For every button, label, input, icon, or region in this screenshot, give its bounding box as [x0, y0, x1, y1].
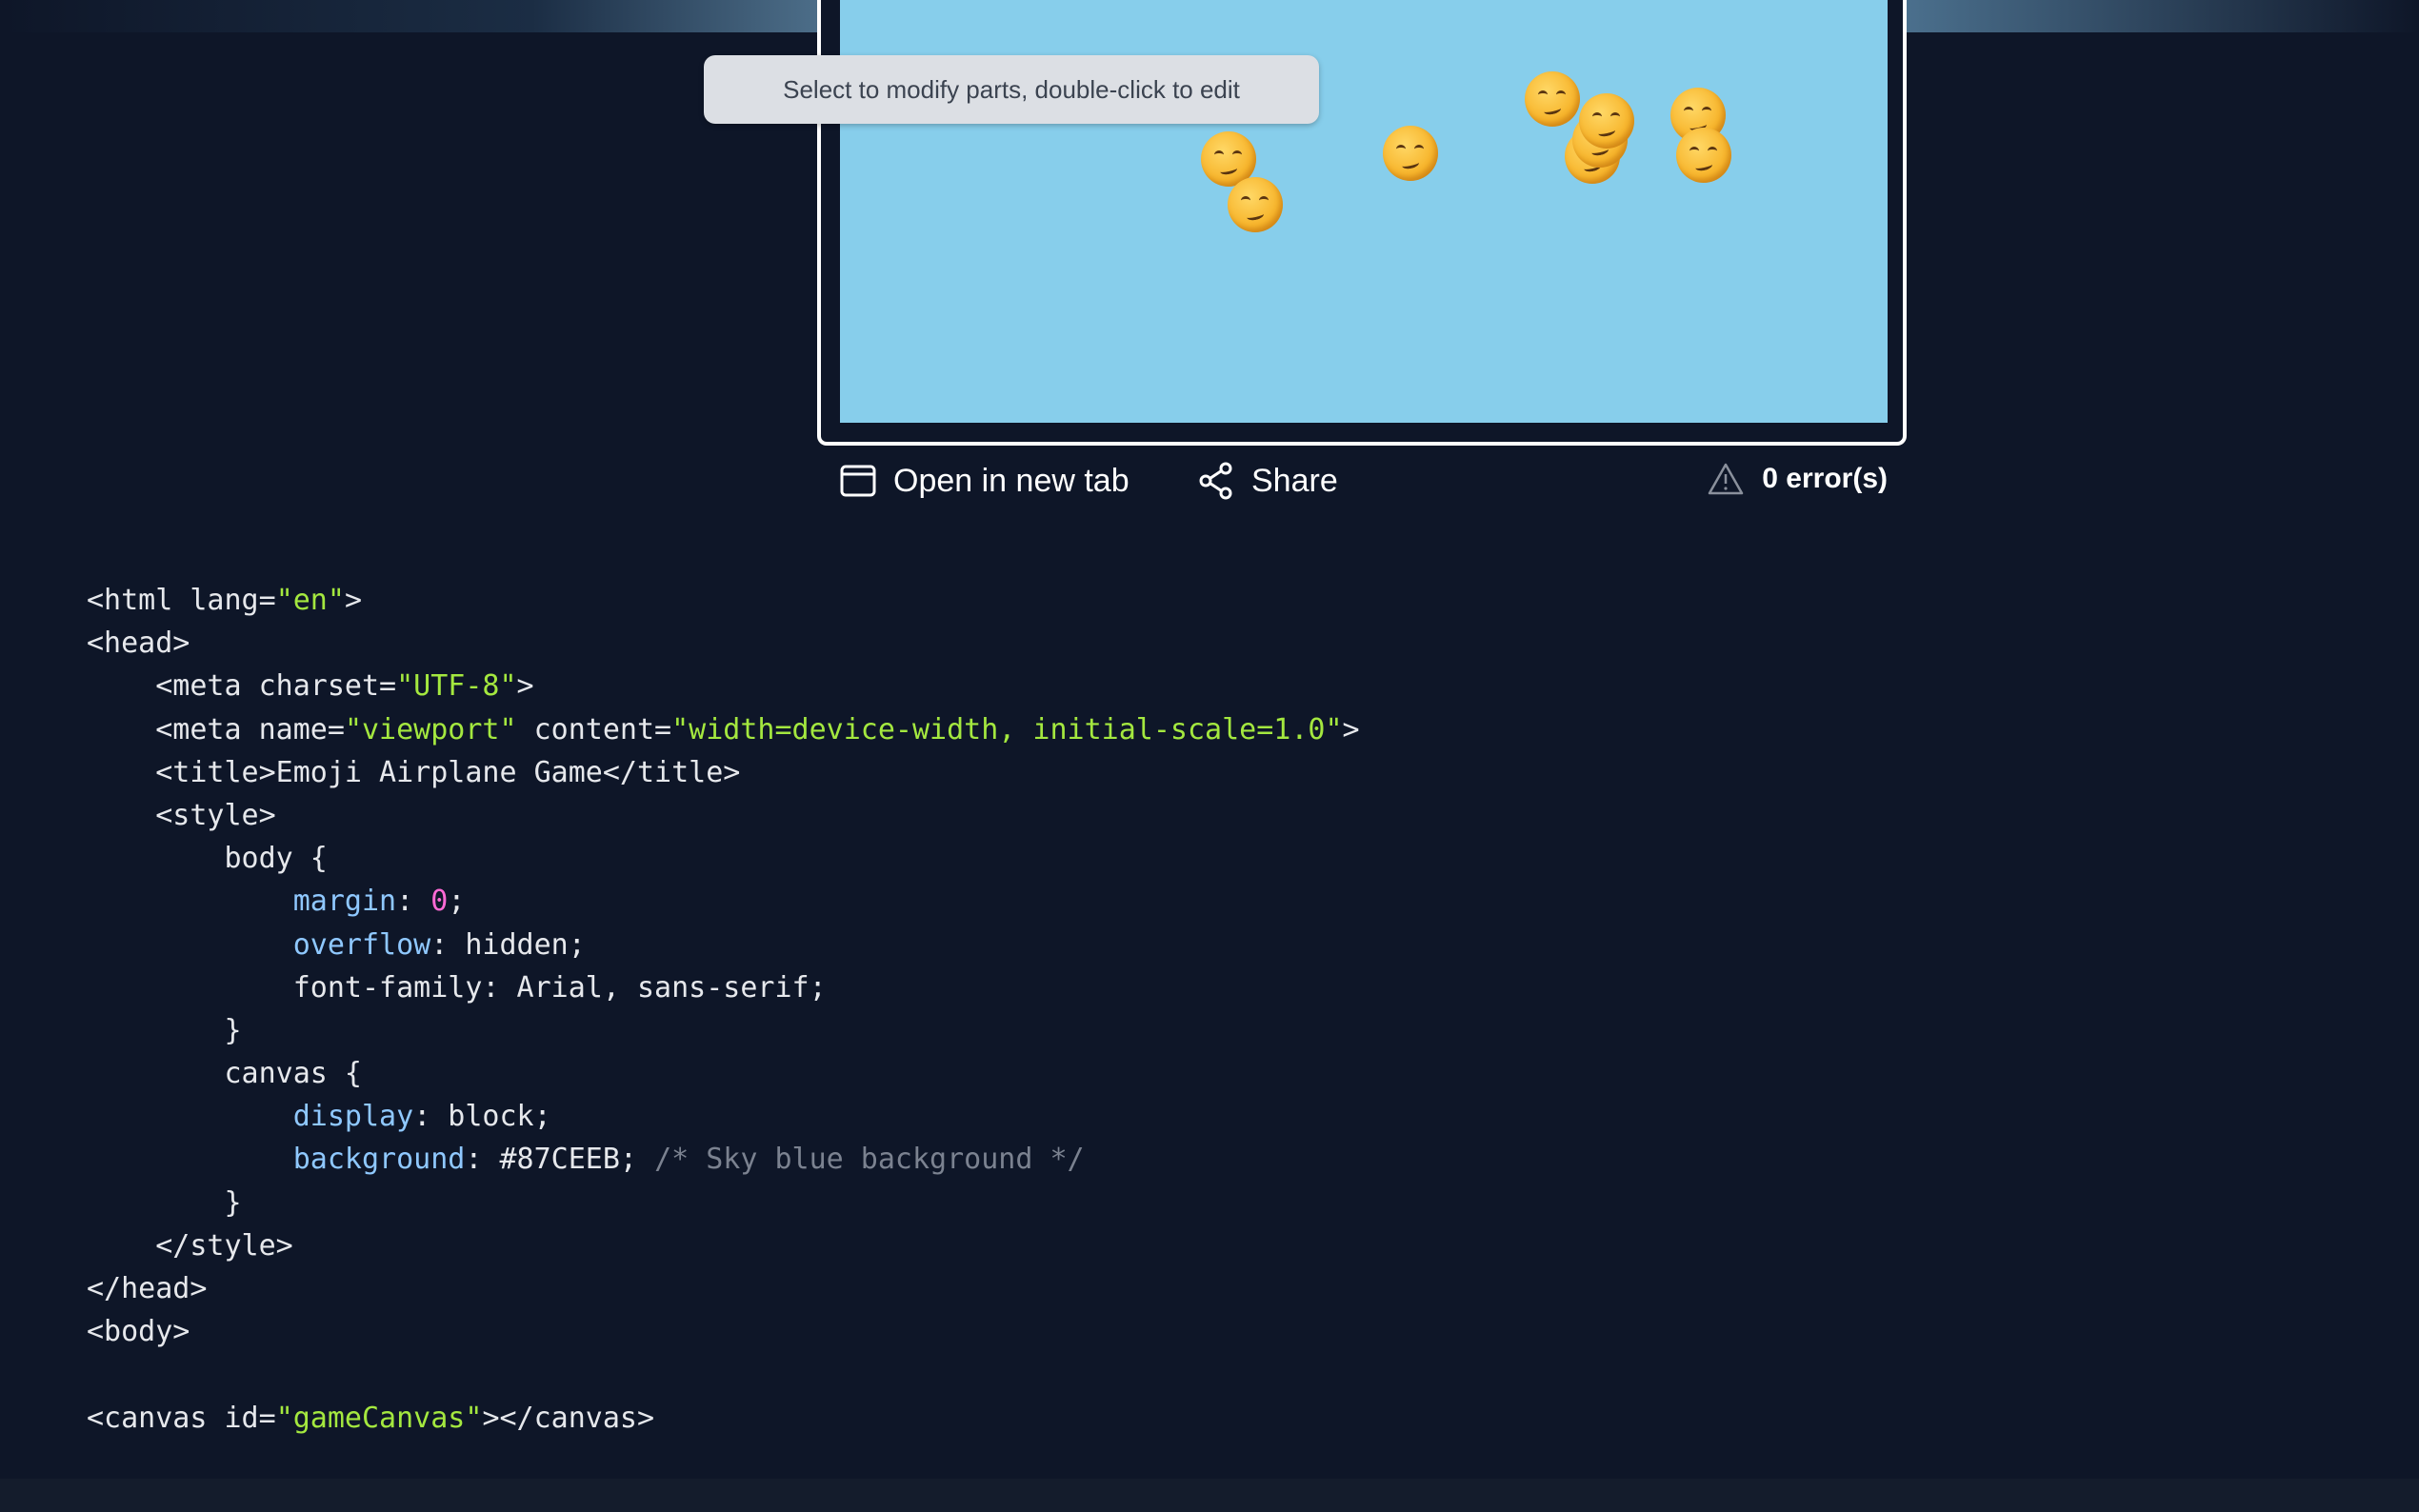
code-line: <meta name="viewport" content="width=dev…: [87, 712, 1360, 746]
warning-icon: [1709, 463, 1744, 495]
error-count-label: 0 error(s): [1762, 463, 1888, 494]
code-line: <title>Emoji Airplane Game</title>: [87, 755, 741, 789]
code-line: <style>: [87, 798, 276, 832]
emoji-face-icon: [1525, 71, 1580, 127]
preview-toolbar: Open in new tab Share 0 error(s): [836, 453, 1888, 508]
open-in-new-tab-label: Open in new tab: [893, 462, 1130, 499]
code-line: <head>: [87, 627, 190, 661]
code-line: <body>: [87, 1315, 190, 1349]
code-line: <canvas id="gameCanvas"></canvas>: [87, 1401, 655, 1435]
code-line: body {: [87, 842, 328, 876]
emoji-face-icon: [1676, 128, 1731, 183]
emoji-face-icon: [1579, 93, 1634, 149]
code-line: font-family: Arial, sans-serif;: [87, 970, 827, 1005]
share-icon: [1199, 462, 1232, 500]
code-line: }: [87, 1013, 242, 1047]
code-line: overflow: hidden;: [292, 927, 586, 962]
emoji-face-icon: [1383, 126, 1438, 181]
edit-hint-tooltip: Select to modify parts, double-click to …: [704, 55, 1319, 124]
emoji-face-icon: [1228, 177, 1283, 232]
share-button[interactable]: Share: [1198, 453, 1338, 508]
bottom-bar: [0, 1479, 2419, 1512]
code-line: </head>: [87, 1272, 208, 1305]
window-icon: [840, 465, 876, 497]
code-line: <meta charset="UTF-8">: [87, 669, 534, 704]
code-line: </style>: [87, 1228, 293, 1263]
error-count[interactable]: 0 error(s): [1707, 453, 1888, 505]
code-line: canvas {: [87, 1057, 362, 1091]
share-label: Share: [1251, 462, 1338, 499]
open-in-new-tab-button[interactable]: Open in new tab: [840, 453, 1130, 508]
code-line: <html lang="en">: [87, 584, 362, 617]
code-line: margin: 0;: [292, 885, 466, 919]
code-line: background: #87CEEB; /* Sky blue backgro…: [292, 1143, 1085, 1177]
code-line: }: [87, 1185, 242, 1220]
code-line: display: block;: [292, 1100, 551, 1134]
code-editor[interactable]: <html lang="en"> <head> <meta charset="UT…: [87, 579, 1360, 1440]
